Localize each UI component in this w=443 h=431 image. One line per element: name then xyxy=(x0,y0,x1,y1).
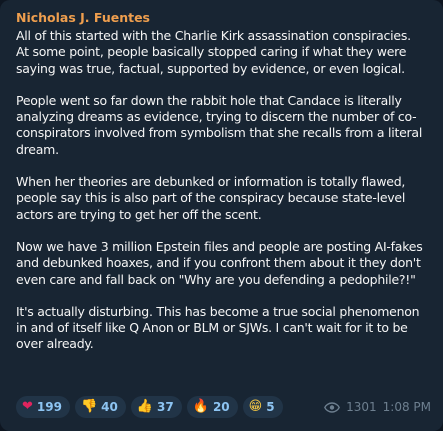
message-paragraph: All of this started with the Charlie Kir… xyxy=(16,28,429,77)
message-paragraph: Now we have 3 million Epstein files and … xyxy=(16,239,429,288)
message-paragraph: When her theories are debunked or inform… xyxy=(16,174,429,223)
thumbs-down-icon: 👎 xyxy=(80,399,98,414)
reactions-bar: ❤ 199 👎 40 👍 37 🔥 20 😁 5 xyxy=(16,396,283,418)
message-footer: ❤ 199 👎 40 👍 37 🔥 20 😁 5 1301 1:08 PM xyxy=(16,395,431,419)
message-meta: 1301 1:08 PM xyxy=(324,400,431,414)
reaction-grin[interactable]: 😁 5 xyxy=(242,396,283,418)
reaction-fire[interactable]: 🔥 20 xyxy=(186,396,238,418)
reaction-count: 37 xyxy=(157,400,174,414)
message-bubble: Nicholas J. Fuentes All of this started … xyxy=(0,0,443,431)
text-line: saying was true, factual, supported by e… xyxy=(16,60,405,76)
text-line: conspirators involved from symbolism tha… xyxy=(16,125,423,141)
text-line: and debunked hoaxes, and if you confront… xyxy=(16,255,421,271)
text-line: over already. xyxy=(16,336,94,352)
reaction-count: 20 xyxy=(212,400,230,414)
text-line: It's actually disturbing. This has becom… xyxy=(16,303,420,319)
message-paragraph: It's actually disturbing. This has becom… xyxy=(16,304,429,353)
reaction-count: 199 xyxy=(36,400,62,414)
reaction-thumbs-up[interactable]: 👍 37 xyxy=(130,396,182,418)
text-line: even care and fall back on "Why are you … xyxy=(16,271,416,287)
message-paragraph: People went so far down the rabbit hole … xyxy=(16,93,429,158)
eye-icon xyxy=(324,401,341,413)
text-line: People went so far down the rabbit hole … xyxy=(16,92,402,108)
text-line: actors are trying to get her off the sce… xyxy=(16,206,262,222)
text-line: When her theories are debunked or inform… xyxy=(16,174,406,190)
text-line: dream. xyxy=(16,141,59,157)
text-line: All of this started with the Charlie Kir… xyxy=(16,28,411,43)
message-time: 1:08 PM xyxy=(382,400,431,414)
text-line: analyzing dreams as evidence, trying to … xyxy=(16,109,417,125)
text-line: people say this is also part of the cons… xyxy=(16,190,406,206)
reaction-heart[interactable]: ❤ 199 xyxy=(16,396,70,418)
reaction-count: 5 xyxy=(266,400,275,414)
fire-icon: 🔥 xyxy=(192,399,209,414)
message-author[interactable]: Nicholas J. Fuentes xyxy=(16,10,429,25)
text-line: Now we have 3 million Epstein files and … xyxy=(16,238,423,254)
heart-icon: ❤ xyxy=(22,399,33,414)
reaction-count: 40 xyxy=(101,400,118,414)
grinning-face-icon: 😁 xyxy=(248,399,263,414)
text-line: At some point, people basically stopped … xyxy=(16,44,407,60)
thumbs-up-icon: 👍 xyxy=(136,399,154,414)
view-count: 1301 xyxy=(346,400,377,414)
text-line: in and of itself like Q Anon or BLM or S… xyxy=(16,320,408,336)
reaction-thumbs-down[interactable]: 👎 40 xyxy=(74,396,126,418)
